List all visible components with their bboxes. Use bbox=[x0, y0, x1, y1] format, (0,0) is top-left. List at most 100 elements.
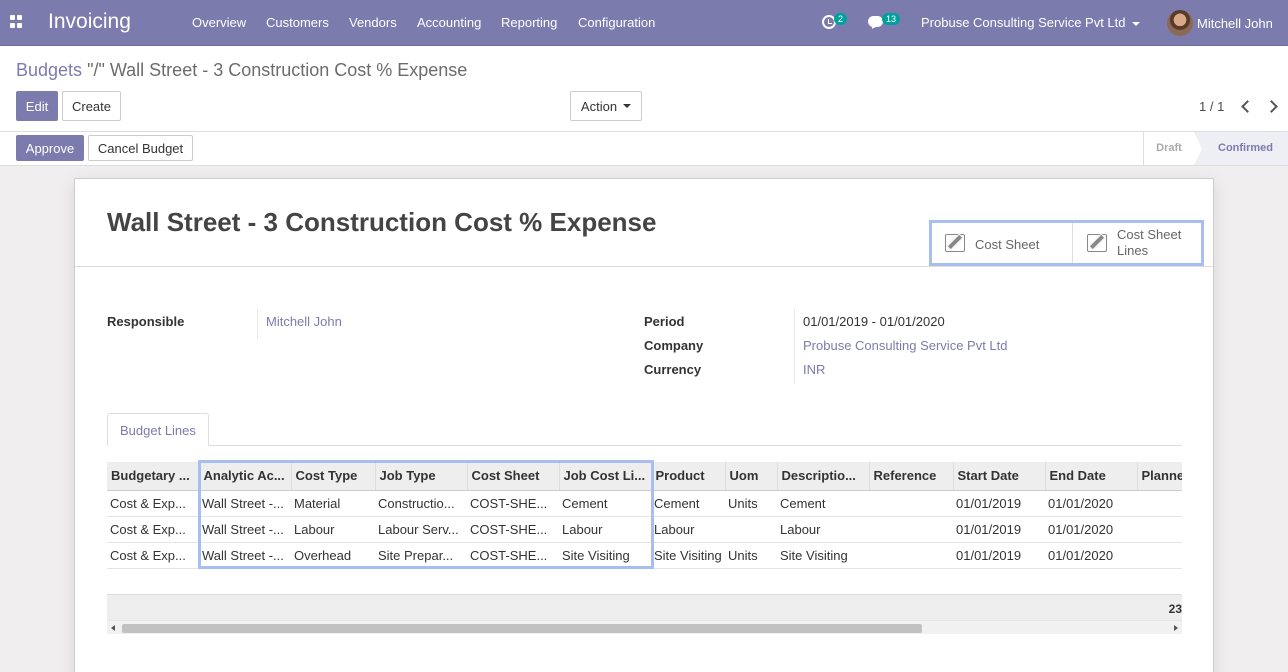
table-cell: Units bbox=[725, 490, 777, 517]
table-cell: Site Prepar... bbox=[375, 542, 467, 569]
tab-budget-lines[interactable]: Budget Lines bbox=[107, 413, 209, 446]
table-cell: Labour bbox=[559, 516, 651, 543]
table-row[interactable]: Cost & Exp... Wall Street -... Material Con… bbox=[107, 490, 1182, 517]
smart-divider bbox=[1072, 223, 1073, 263]
table-cell: 01/01/2019 bbox=[953, 490, 1045, 517]
period-label: Period bbox=[644, 314, 685, 329]
table-cell: Labour bbox=[651, 516, 725, 543]
messages-button[interactable]: 13 bbox=[868, 13, 908, 33]
column-header[interactable]: Job Cost Li... bbox=[559, 462, 652, 491]
table-cell bbox=[869, 516, 953, 543]
company-value[interactable]: Probuse Consulting Service Pvt Ltd bbox=[803, 338, 1008, 353]
top-navbar: Invoicing Overview Customers Vendors Acc… bbox=[0, 0, 1288, 46]
table-cell: Material bbox=[291, 490, 375, 517]
table-cell: 7,0 bbox=[1137, 490, 1182, 517]
scrollbar-thumb[interactable] bbox=[122, 624, 922, 633]
table-cell: 01/01/2019 bbox=[953, 542, 1045, 569]
column-header[interactable]: Cost Type bbox=[291, 462, 376, 491]
create-button[interactable]: Create bbox=[62, 91, 121, 121]
column-header[interactable]: Product bbox=[651, 462, 726, 491]
menu-configuration[interactable]: Configuration bbox=[578, 15, 655, 30]
cost-sheet-button[interactable]: Cost Sheet bbox=[945, 223, 1070, 263]
column-header[interactable]: Analytic Ac... bbox=[199, 462, 292, 491]
scroll-right-icon[interactable] bbox=[1174, 625, 1178, 631]
approve-button[interactable]: Approve bbox=[16, 135, 84, 161]
edit-icon bbox=[945, 234, 965, 252]
table-footer: 23 bbox=[107, 594, 1182, 620]
menu-reporting[interactable]: Reporting bbox=[501, 15, 557, 30]
period-value: 01/01/2019 - 01/01/2020 bbox=[803, 314, 945, 329]
page-title: Wall Street - 3 Construction Cost % Expe… bbox=[107, 207, 657, 237]
table-cell: Wall Street -... bbox=[199, 490, 291, 517]
apps-menu-icon[interactable] bbox=[10, 15, 23, 28]
planned-total: 23 bbox=[1168, 602, 1182, 616]
pager-next-icon[interactable] bbox=[1266, 99, 1280, 113]
column-header[interactable]: Cost Sheet bbox=[467, 462, 560, 491]
cost-sheet-label: Cost Sheet bbox=[975, 237, 1040, 252]
table-cell: Cost & Exp... bbox=[107, 516, 199, 543]
field-separator bbox=[257, 309, 258, 339]
column-header[interactable]: Descriptio... bbox=[777, 462, 870, 491]
action-dropdown[interactable]: Action bbox=[570, 91, 642, 121]
table-cell: Cost & Exp... bbox=[107, 542, 199, 569]
table-cell: 16,0 bbox=[1137, 516, 1182, 543]
budget-lines-table: Budgetary ... Analytic Ac... Cost Type Job … bbox=[107, 462, 1182, 569]
tabs-underline bbox=[107, 445, 1182, 446]
scroll-left-icon[interactable] bbox=[111, 625, 115, 631]
activity-button[interactable]: 2 bbox=[822, 13, 852, 33]
column-header[interactable]: Reference bbox=[869, 462, 954, 491]
cost-sheet-lines-label-line1: Cost Sheet bbox=[1117, 227, 1182, 242]
table-cell: Constructio... bbox=[375, 490, 467, 517]
table-row[interactable]: Cost & Exp... Wall Street -... Labour Labou… bbox=[107, 516, 1182, 543]
column-header[interactable]: Job Type bbox=[375, 462, 468, 491]
company-switcher[interactable]: Probuse Consulting Service Pvt Ltd bbox=[921, 15, 1140, 30]
table-cell: 01/01/2019 bbox=[953, 516, 1045, 543]
column-header[interactable]: Uom bbox=[725, 462, 778, 491]
menu-accounting[interactable]: Accounting bbox=[417, 15, 481, 30]
table-cell: Site Visiting bbox=[777, 542, 869, 569]
table-cell: Labour Serv... bbox=[375, 516, 467, 543]
column-header[interactable]: Start Date bbox=[953, 462, 1046, 491]
status-confirmed[interactable]: Confirmed bbox=[1194, 132, 1288, 165]
table-cell: Cement bbox=[651, 490, 725, 517]
chevron-down-icon bbox=[1131, 21, 1140, 26]
column-header[interactable]: End Date bbox=[1045, 462, 1138, 491]
table-cell: Overhead bbox=[291, 542, 375, 569]
responsible-value[interactable]: Mitchell John bbox=[266, 314, 342, 329]
status-draft[interactable]: Draft bbox=[1144, 132, 1194, 165]
app-brand[interactable]: Invoicing bbox=[48, 10, 131, 34]
table-cell bbox=[869, 490, 953, 517]
table-row[interactable]: Cost & Exp... Wall Street -... Overhead Sit… bbox=[107, 542, 1182, 569]
cancel-budget-button[interactable]: Cancel Budget bbox=[88, 135, 193, 161]
company-name: Probuse Consulting Service Pvt Ltd bbox=[921, 15, 1126, 30]
table-cell: Site Visiting bbox=[559, 542, 651, 569]
table-cell: 01/01/2020 bbox=[1045, 542, 1137, 569]
column-header[interactable]: Planne bbox=[1137, 462, 1182, 491]
table-cell: 01/01/2020 bbox=[1045, 490, 1137, 517]
pager-previous-icon[interactable] bbox=[1238, 99, 1252, 113]
breadcrumb-budgets[interactable]: Budgets bbox=[16, 60, 82, 80]
title-separator bbox=[75, 266, 1213, 267]
edit-icon bbox=[1087, 234, 1107, 252]
table-cell: 2 bbox=[1137, 542, 1182, 569]
table-cell: COST-SHE... bbox=[467, 490, 559, 517]
user-menu[interactable]: Mitchell John bbox=[1167, 10, 1273, 36]
menu-customers[interactable]: Customers bbox=[266, 15, 329, 30]
menu-overview[interactable]: Overview bbox=[192, 15, 246, 30]
table-cell: Wall Street -... bbox=[199, 516, 291, 543]
control-panel: Budgets "/" Wall Street - 3 Construction… bbox=[0, 46, 1288, 132]
table-cell bbox=[725, 516, 777, 543]
currency-value[interactable]: INR bbox=[803, 362, 825, 377]
horizontal-scrollbar[interactable] bbox=[107, 620, 1182, 634]
menu-vendors[interactable]: Vendors bbox=[349, 15, 397, 30]
form-statusbar: Approve Cancel Budget Draft Confirmed bbox=[0, 132, 1288, 166]
column-header[interactable]: Budgetary ... bbox=[107, 462, 200, 491]
cost-sheet-lines-button[interactable]: Cost Sheet Lines bbox=[1087, 223, 1205, 263]
messages-count-badge: 13 bbox=[882, 13, 901, 25]
table-cell: COST-SHE... bbox=[467, 516, 559, 543]
table-cell: Labour bbox=[777, 516, 869, 543]
table-cell bbox=[869, 542, 953, 569]
edit-button[interactable]: Edit bbox=[16, 91, 58, 121]
table-cell: Wall Street -... bbox=[199, 542, 291, 569]
pager-value[interactable]: 1 / 1 bbox=[1199, 99, 1224, 114]
